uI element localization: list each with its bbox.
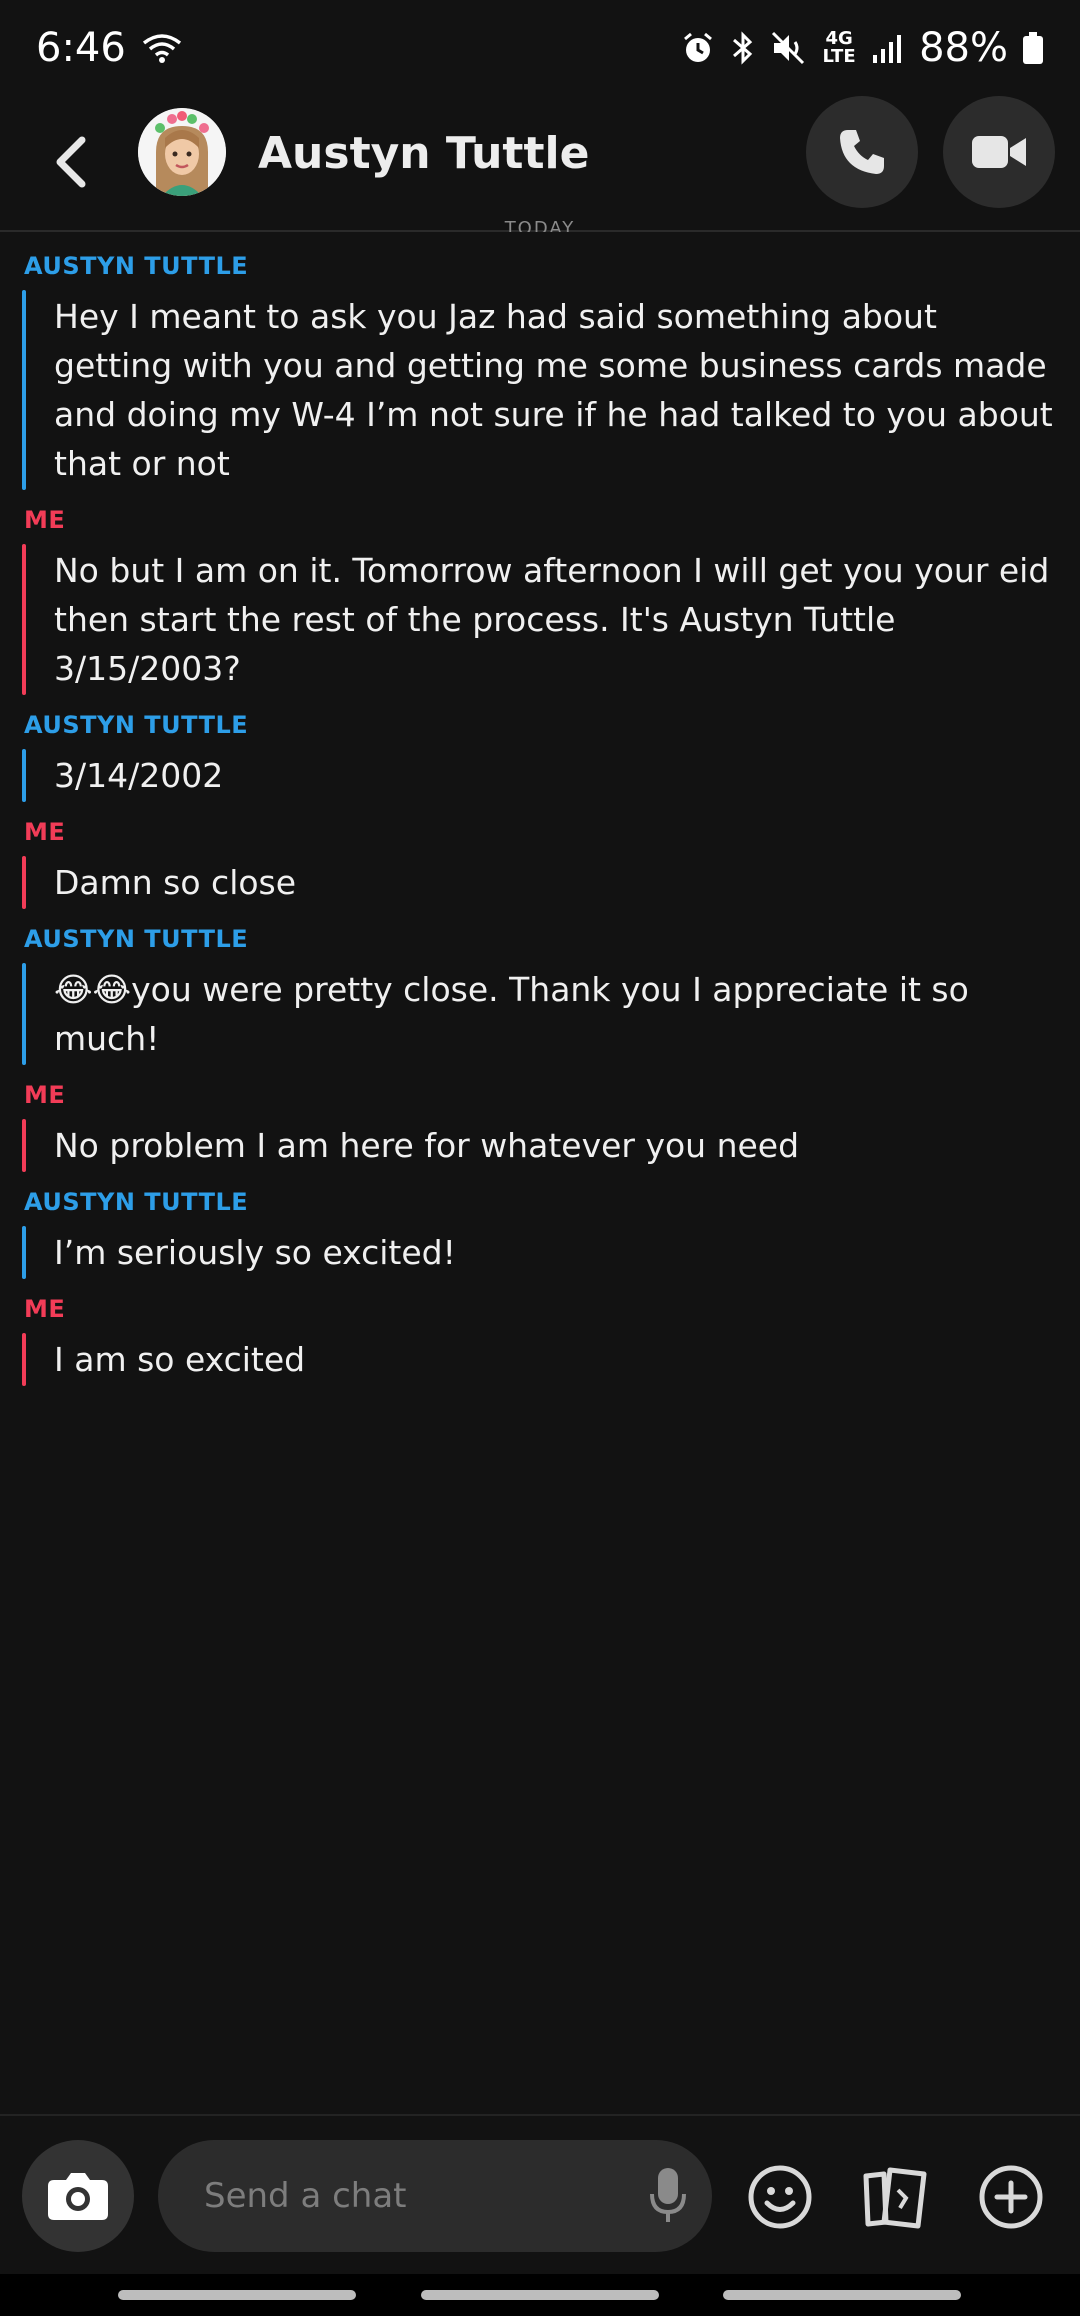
avatar[interactable] xyxy=(138,108,226,196)
call-button[interactable] xyxy=(806,96,918,208)
sender-label: AUSTYN TUTTLE xyxy=(24,1188,249,1216)
sender-label: AUSTYN TUTTLE xyxy=(24,711,249,739)
message-bubble[interactable]: No but I am on it. Tomorrow afternoon I … xyxy=(22,540,1062,699)
plus-button[interactable] xyxy=(976,2162,1046,2232)
system-nav-bar xyxy=(0,2274,1080,2316)
message-group: AUSTYN TUTTLE 😂😂you were pretty close. T… xyxy=(0,923,1080,1069)
composer-bar xyxy=(0,2114,1080,2274)
chat-header: Austyn Tuttle xyxy=(0,96,1080,232)
chat-input[interactable] xyxy=(202,2175,606,2217)
message-bubble[interactable]: 😂😂you were pretty close. Thank you I app… xyxy=(22,959,1062,1069)
smiley-icon xyxy=(748,2165,812,2229)
message-bubble[interactable]: Damn so close xyxy=(22,852,1062,913)
battery-percent: 88% xyxy=(919,25,1008,71)
message-group: AUSTYN TUTTLE Hey I meant to ask you Jaz… xyxy=(0,250,1080,494)
back-button[interactable] xyxy=(40,130,104,194)
sender-label: ME xyxy=(24,506,66,534)
video-camera-icon xyxy=(972,136,1026,168)
plus-circle-icon xyxy=(979,2165,1043,2229)
message-bubble[interactable]: I’m seriously so excited! xyxy=(22,1222,1062,1283)
message-bubble[interactable]: I am so excited xyxy=(22,1329,1062,1390)
message-group: ME No problem I am here for whatever you… xyxy=(0,1079,1080,1176)
camera-icon xyxy=(48,2173,108,2220)
contact-name[interactable]: Austyn Tuttle xyxy=(258,126,589,182)
video-call-button[interactable] xyxy=(943,96,1055,208)
chat-input-container xyxy=(158,2140,712,2252)
message-list: AUSTYN TUTTLE Hey I meant to ask you Jaz… xyxy=(0,250,1080,1400)
status-bar: 6:46 4G LTE 88% xyxy=(0,0,1080,96)
nav-recent-handle[interactable] xyxy=(118,2290,356,2300)
sender-label: ME xyxy=(24,1295,66,1323)
cards-button[interactable] xyxy=(860,2162,930,2232)
message-bubble[interactable]: No problem I am here for whatever you ne… xyxy=(22,1115,1062,1176)
chat-screen: 6:46 4G LTE 88% Austyn Tuttle TODAY AUST… xyxy=(0,0,1080,2316)
battery-icon xyxy=(1023,32,1043,64)
bitmoji-avatar-icon xyxy=(138,108,226,196)
mute-icon xyxy=(772,31,805,65)
message-group: AUSTYN TUTTLE I’m seriously so excited! xyxy=(0,1186,1080,1283)
emoji-button[interactable] xyxy=(745,2162,815,2232)
message-group: ME I am so excited xyxy=(0,1293,1080,1390)
sender-label: AUSTYN TUTTLE xyxy=(24,252,249,280)
chevron-left-icon xyxy=(56,136,86,188)
nav-back-handle[interactable] xyxy=(723,2290,961,2300)
sender-label: AUSTYN TUTTLE xyxy=(24,925,249,953)
status-time: 6:46 xyxy=(36,25,126,71)
wifi-icon xyxy=(142,34,181,63)
sender-label: ME xyxy=(24,818,66,846)
bluetooth-icon xyxy=(733,31,753,65)
sender-label: ME xyxy=(24,1081,66,1109)
signal-icon xyxy=(873,35,902,63)
message-group: ME Damn so close xyxy=(0,816,1080,913)
message-group: AUSTYN TUTTLE 3/14/2002 xyxy=(0,709,1080,806)
camera-button[interactable] xyxy=(22,2140,134,2252)
message-bubble[interactable]: Hey I meant to ask you Jaz had said some… xyxy=(22,286,1062,494)
network-type-label: 4G LTE xyxy=(822,28,856,67)
cards-icon xyxy=(863,2167,927,2229)
phone-icon xyxy=(840,130,884,174)
date-divider: TODAY xyxy=(504,218,576,232)
microphone-icon[interactable] xyxy=(648,2166,688,2226)
message-bubble[interactable]: 3/14/2002 xyxy=(22,745,1062,806)
alarm-icon xyxy=(684,32,713,62)
nav-home-handle[interactable] xyxy=(421,2290,659,2300)
message-group: ME No but I am on it. Tomorrow afternoon… xyxy=(0,504,1080,699)
